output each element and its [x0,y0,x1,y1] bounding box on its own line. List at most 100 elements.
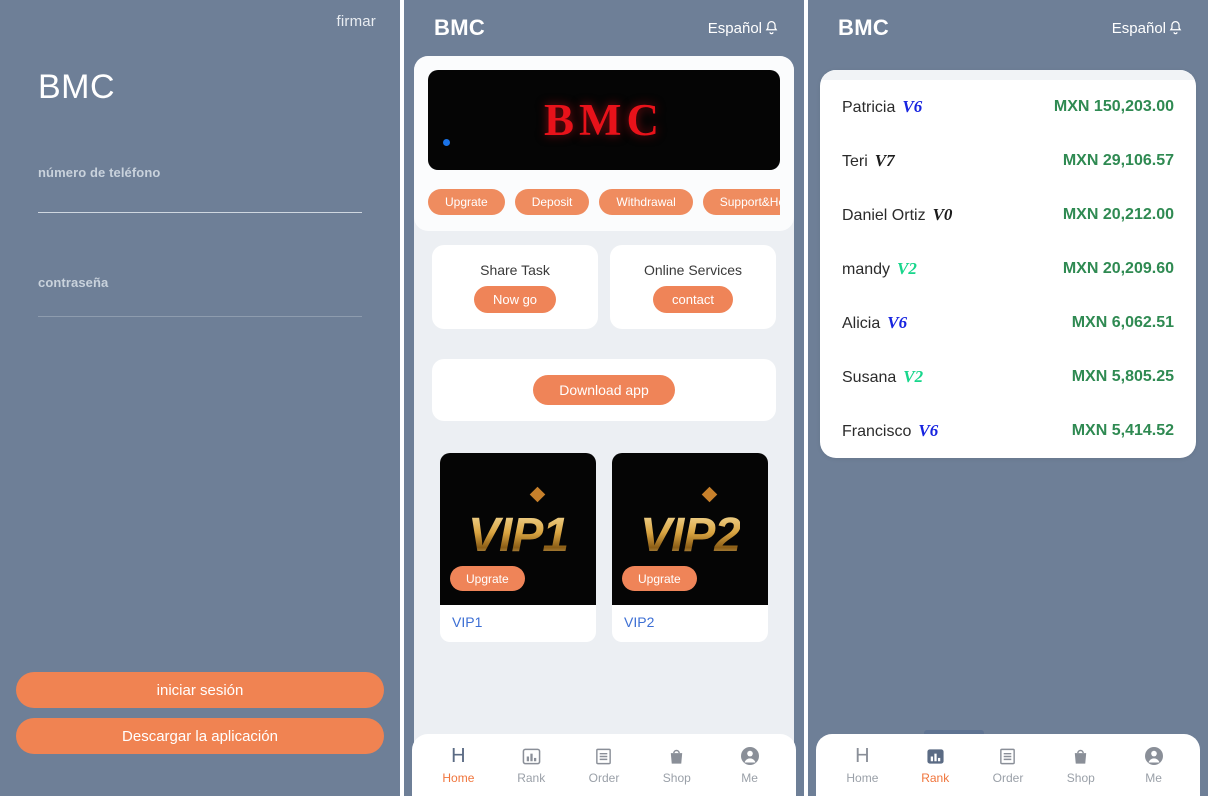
rank-row-amount: MXN 20,209.60 [1062,260,1174,277]
language-label: Español [1111,19,1166,37]
quick-actions-row[interactable]: Upgrate Deposit Withdrawal Support&Help [428,189,780,215]
diamond-icon [529,486,546,503]
rank-row-name: Daniel Ortiz [842,207,926,224]
rank-tabbar: H Home Rank Order Shop Me [816,734,1200,796]
bar-chart-icon [520,745,542,767]
quick-action-deposit[interactable]: Deposit [514,189,590,215]
home-icon: H [855,745,870,767]
share-task-button[interactable]: Now go [473,285,557,313]
tab-home[interactable]: H Home [422,745,495,785]
vip-card-1[interactable]: VIP1 Upgrate VIP1 [440,453,596,642]
table-row[interactable]: Francisco V6 MXN 5,414.52 [820,404,1196,458]
sign-link[interactable]: firmar [336,13,376,30]
bell-icon[interactable] [763,19,780,37]
tab-me[interactable]: Me [1117,745,1190,785]
quick-action-support[interactable]: Support&Help [702,189,780,215]
rank-row-name: Susana [842,369,897,386]
rank-row-name: mandy [842,261,891,278]
banner-text: BMC [544,95,664,145]
share-task-card: Share Task Now go [432,245,598,329]
vip-level-badge: V7 [874,151,895,170]
tab-rank[interactable]: Rank [899,745,972,785]
login-button[interactable]: iniciar sesión [16,672,384,708]
vip1-artwork: VIP1 Upgrate [440,453,596,605]
vip-card-2[interactable]: VIP2 Upgrate VIP2 [612,453,768,642]
vip2-upgrate-button[interactable]: Upgrate [622,566,697,591]
tab-order[interactable]: Order [568,745,641,785]
home-header: BMC Español [404,0,804,56]
rank-row-name: Alicia [842,315,881,332]
rank-header: BMC Español [808,0,1208,56]
language-selector[interactable]: Español [1112,19,1184,37]
table-row[interactable]: mandy V2 MXN 20,209.60 [820,242,1196,296]
shopping-bag-icon [1070,745,1092,767]
tab-shop-label: Shop [662,771,691,785]
login-brand-title: BMC [38,68,116,106]
bell-icon[interactable] [1167,19,1184,37]
rank-row-name-group: mandy V2 [842,259,917,279]
home-content[interactable]: BMC Upgrate Deposit Withdrawal Support&H… [414,56,794,796]
online-services-card: Online Services contact [610,245,776,329]
vip2-art-text: VIP2 [639,508,741,562]
home-screen: BMC Español BMC Upgrate Deposit Withdraw… [404,0,804,796]
rank-card-top-strip [820,70,1196,80]
login-screen: firmar BMC número de teléfono contraseña… [0,0,400,796]
receipt-icon [997,745,1019,767]
rank-row-name: Patricia [842,99,896,116]
table-row[interactable]: Alicia V6 MXN 6,062.51 [820,296,1196,350]
rank-row-amount: MXN 5,414.52 [1071,422,1174,439]
vip2-label[interactable]: VIP2 [612,605,768,642]
receipt-icon [593,745,615,767]
bar-chart-icon [924,745,946,767]
contact-button[interactable]: contact [653,285,733,313]
tab-rank-label: Rank [517,771,546,785]
tab-me[interactable]: Me [713,745,786,785]
vip-level-badge: V6 [887,313,908,332]
language-selector[interactable]: Español [708,19,780,37]
table-row[interactable]: Daniel Ortiz V0 MXN 20,212.00 [820,188,1196,242]
download-app-card: Download app [432,359,776,421]
vip2-artwork: VIP2 Upgrate [612,453,768,605]
tab-me-label: Me [1145,771,1162,785]
tab-order[interactable]: Order [972,745,1045,785]
home-icon: H [451,745,466,767]
vip1-label[interactable]: VIP1 [440,605,596,642]
password-field-label: contraseña [38,275,109,290]
quick-action-upgrate[interactable]: Upgrate [428,189,505,215]
tab-home[interactable]: H Home [826,745,899,785]
quick-action-withdrawal[interactable]: Withdrawal [599,189,693,215]
tab-order-label: Order [588,771,620,785]
tab-me-label: Me [741,771,758,785]
tab-shop[interactable]: Shop [640,745,713,785]
rank-row-name-group: Daniel Ortiz V0 [842,205,952,225]
rank-row-amount: MXN 6,062.51 [1071,314,1174,331]
download-app-button[interactable]: Descargar la aplicación [16,718,384,754]
phone-field-group: número de teléfono [38,165,362,213]
online-services-title: Online Services [643,261,743,278]
promo-banner[interactable]: BMC [428,70,780,170]
password-field-underline[interactable] [38,316,362,317]
phone-field-underline[interactable] [38,212,362,213]
carousel-dot-indicator[interactable] [443,139,450,146]
shopping-bag-icon [666,745,688,767]
rank-row-name: Francisco [842,423,912,440]
tab-shop-label: Shop [1066,771,1095,785]
vip-level-badge: V0 [932,205,953,224]
tab-rank[interactable]: Rank [495,745,568,785]
vip-level-badge: V2 [903,367,924,386]
vip1-upgrate-button[interactable]: Upgrate [450,566,525,591]
login-form: número de teléfono contraseña [38,165,362,317]
table-row[interactable]: Patricia V6 MXN 150,203.00 [820,80,1196,134]
home-tabbar: H Home Rank Order Shop Me [412,734,796,796]
tab-rank-label: Rank [921,771,950,785]
table-row[interactable]: Teri V7 MXN 29,106.57 [820,134,1196,188]
vip1-art-text: VIP1 [467,508,569,562]
download-app-button[interactable]: Download app [533,375,675,405]
rank-row-name-group: Susana V2 [842,367,923,387]
table-row[interactable]: Susana V2 MXN 5,805.25 [820,350,1196,404]
rank-brand-title: BMC [838,15,890,40]
user-circle-icon [739,745,761,767]
tab-shop[interactable]: Shop [1044,745,1117,785]
home-brand-title: BMC [434,15,486,40]
